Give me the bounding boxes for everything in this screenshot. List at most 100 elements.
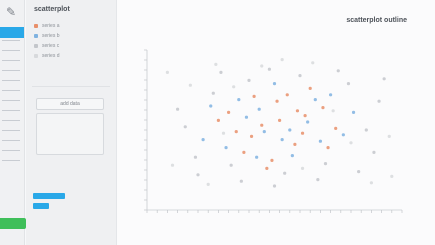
series-row[interactable]: series c <box>34 42 59 50</box>
data-point <box>290 154 294 158</box>
data-point <box>300 131 305 135</box>
data-point <box>270 158 274 162</box>
data-point <box>193 155 198 159</box>
data-point <box>165 70 169 74</box>
toolbar-item[interactable] <box>2 140 20 141</box>
data-point <box>242 150 246 154</box>
add-data-button[interactable]: add data <box>36 98 104 110</box>
series-label: series a <box>42 23 60 29</box>
toolbar-item[interactable] <box>2 100 20 101</box>
data-point <box>211 91 215 95</box>
pen-icon[interactable]: ✎ <box>2 4 20 20</box>
data-point <box>321 106 325 110</box>
data-point <box>183 125 187 129</box>
data-point <box>316 178 320 182</box>
series-swatch <box>34 53 38 58</box>
data-point <box>234 130 238 134</box>
data-point <box>326 146 330 150</box>
data-point <box>244 115 249 119</box>
data-point <box>349 141 353 145</box>
data-point <box>232 85 236 89</box>
data-point <box>260 123 264 127</box>
data-point <box>293 142 297 146</box>
data-point <box>300 166 305 170</box>
data-point <box>382 77 386 81</box>
data-point <box>170 163 175 167</box>
toolbar-item[interactable] <box>2 110 20 111</box>
toolbar-item[interactable] <box>2 120 20 121</box>
data-point <box>239 179 243 183</box>
data-point <box>285 93 289 97</box>
data-point <box>336 69 340 73</box>
data-point <box>295 109 300 113</box>
data-point <box>280 138 284 142</box>
toolbar-item[interactable] <box>2 60 20 61</box>
series-row[interactable]: series d <box>34 52 60 60</box>
data-point <box>206 182 210 186</box>
toolbar-item[interactable] <box>2 150 20 151</box>
data-point <box>308 86 312 90</box>
data-point <box>176 107 180 111</box>
data-point <box>255 155 259 159</box>
data-point <box>262 130 266 134</box>
data-point <box>188 83 192 87</box>
data-point <box>257 107 261 111</box>
toolbar-item[interactable] <box>2 40 20 41</box>
data-point <box>249 134 254 138</box>
toolbar-active-item[interactable] <box>0 27 24 38</box>
data-point <box>364 128 368 132</box>
data-point <box>224 146 228 150</box>
series-swatch <box>34 23 38 28</box>
data-point <box>311 61 315 65</box>
data-point <box>303 114 307 118</box>
data-point <box>387 134 391 138</box>
data-point <box>334 126 338 130</box>
data-point <box>272 184 277 188</box>
blue-button[interactable] <box>33 203 49 209</box>
data-point <box>331 109 335 113</box>
toolbar-item[interactable] <box>2 80 20 81</box>
toolbar-item[interactable] <box>2 130 20 131</box>
data-point <box>275 99 279 103</box>
toolbar-item[interactable] <box>2 50 20 51</box>
series-swatch <box>34 43 38 48</box>
data-point <box>341 133 345 137</box>
data-point <box>260 64 264 68</box>
settings-panel: scatterplot series a series b series c seri… <box>26 0 117 245</box>
data-point <box>390 174 394 178</box>
data-point <box>329 93 333 97</box>
data-point <box>346 82 351 86</box>
divider <box>32 86 110 87</box>
data-point <box>252 94 256 98</box>
data-point <box>318 139 322 143</box>
chart-area: scatterplot outline <box>117 0 435 245</box>
data-point <box>283 171 287 175</box>
series-label: series d <box>42 53 60 59</box>
data-point <box>272 82 277 86</box>
toolbar-item[interactable] <box>2 160 20 161</box>
blue-button[interactable] <box>33 193 65 199</box>
data-point <box>214 62 218 66</box>
info-box <box>36 113 104 155</box>
data-point <box>280 58 284 62</box>
data-point <box>323 162 328 166</box>
series-label: series c <box>42 43 60 49</box>
toolbar-item[interactable] <box>2 70 20 71</box>
data-point <box>288 128 292 132</box>
scatter-plot <box>144 49 403 213</box>
green-action-button[interactable] <box>0 218 26 229</box>
series-row[interactable]: series b <box>34 32 60 40</box>
data-point <box>227 110 231 114</box>
data-point <box>209 104 213 108</box>
data-point <box>229 163 233 167</box>
data-point <box>219 70 223 74</box>
data-point <box>265 166 269 170</box>
data-point <box>377 99 381 103</box>
data-point <box>278 118 282 122</box>
toolbar-item[interactable] <box>2 90 20 91</box>
panel-title: scatterplot <box>34 6 70 13</box>
data-point <box>306 120 310 124</box>
series-row[interactable]: series a <box>34 22 60 30</box>
data-point <box>372 150 376 154</box>
data-point <box>247 78 251 82</box>
